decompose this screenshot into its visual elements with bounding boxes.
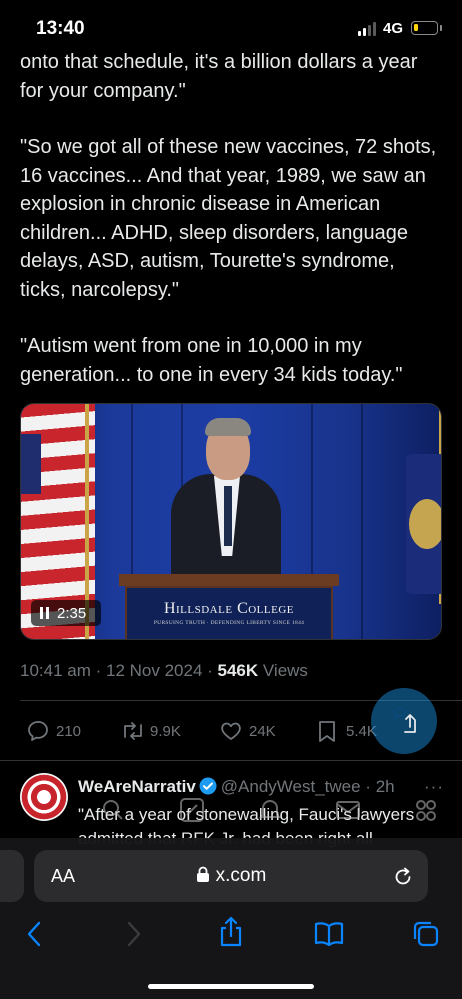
video-player[interactable]: Hillsdale College PURSUING TRUTH · DEFEN… [20,403,442,640]
cellular-signal-icon [358,22,378,36]
url-text: x.com [215,865,267,886]
status-bar: 13:40 4G [0,0,462,48]
verified-badge-icon [199,777,217,795]
url-display[interactable]: x.com [34,865,428,887]
bookmarks-icon[interactable] [313,920,345,948]
view-count[interactable]: 546K [218,661,259,680]
battery-cap [440,25,442,31]
grok-icon [180,798,204,822]
pause-icon[interactable] [40,607,50,619]
back-icon[interactable] [24,920,46,948]
share-icon [394,707,416,733]
state-seal [409,499,441,549]
tweet-text: onto that schedule, it's a billion dolla… [20,48,445,417]
podium-top [119,574,339,586]
speaker-hair [205,418,251,436]
more-options-icon[interactable]: ··· [424,777,444,797]
reply-author-name[interactable]: WeAreNarrativ [78,777,196,796]
reply-count: 210 [56,723,82,740]
network-type: 4G [383,20,404,37]
bookmark-icon [319,721,335,742]
curtain-fold [361,404,363,639]
tweet-paragraph: "So we got all of these new vaccines, 72… [20,136,437,301]
lock-icon [196,866,209,882]
browser-toolbar: AA x.com [0,838,462,999]
video-duration: 2:35 [57,605,87,622]
tweet-timestamp[interactable]: 10:41 am · 12 Nov 2024 · [20,661,218,680]
reply-icon [28,721,48,741]
podium-title: Hillsdale College [163,600,295,617]
address-bar[interactable]: AA x.com [34,850,428,902]
repost-count: 9.9K [150,723,181,740]
tweet-meta: 10:41 am · 12 Nov 2024 · 546K Views [20,661,308,681]
tweet-paragraph: "Autism went from one in 10,000 in my ge… [20,335,403,386]
tweet-paragraph: onto that schedule, it's a billion dolla… [20,51,418,102]
heart-icon [221,722,241,740]
like-count: 24K [249,723,276,740]
tabs-icon[interactable] [412,920,440,948]
notifications-icon [258,800,282,818]
views-label: Views [258,661,308,680]
compose-reply-fab[interactable] [371,688,437,754]
home-indicator[interactable] [148,984,314,989]
reply-header: WeAreNarrativ @AndyWest_twee · 2h [78,777,448,797]
status-time: 13:40 [36,18,85,39]
divider [0,760,462,761]
video-controls-badge[interactable]: 2:35 [31,600,101,626]
communities-icon [416,800,436,821]
avatar[interactable] [20,773,68,821]
reload-icon[interactable] [392,865,414,887]
repost-icon [124,722,142,740]
share-icon[interactable] [217,916,245,948]
speaker-tie [224,486,232,546]
battery-icon [411,21,438,35]
reply-handle[interactable]: @AndyWest_twee · 2h [221,777,395,796]
battery-level [414,24,418,31]
messages-icon [336,801,360,819]
forward-icon[interactable] [122,920,144,948]
home-icon [103,800,123,820]
previous-tab-preview[interactable] [0,850,24,902]
podium-subtitle: PURSUING TRUTH · DEFENDING LIBERTY SINCE… [153,620,305,626]
